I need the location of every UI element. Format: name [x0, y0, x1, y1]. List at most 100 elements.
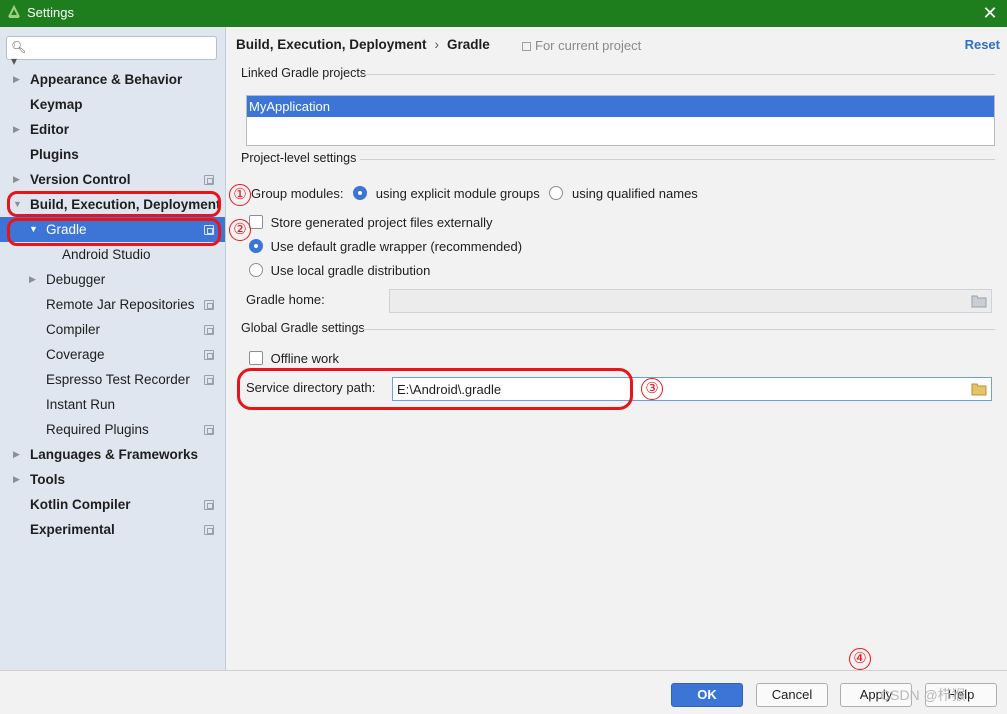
sidebar-item-label: Version Control [30, 172, 131, 187]
chevron-right-icon[interactable]: ▶ [13, 442, 25, 467]
sidebar-item-plugins[interactable]: Plugins [0, 142, 225, 167]
sidebar-item-keymap[interactable]: Keymap [0, 92, 225, 117]
sidebar-item-appearance[interactable]: ▶ Appearance & Behavior [0, 67, 225, 92]
folder-icon[interactable] [971, 294, 987, 308]
linked-projects-list[interactable]: MyApplication [246, 95, 995, 146]
sidebar-item-label: Required Plugins [46, 422, 149, 437]
cancel-button[interactable]: Cancel [756, 683, 828, 707]
gradle-home-input[interactable] [394, 292, 964, 310]
project-scope-icon [522, 42, 531, 51]
radio-default-gradle-wrapper-label[interactable]: Use default gradle wrapper (recommended) [271, 239, 522, 254]
local-distribution-row[interactable]: Use local gradle distribution [249, 260, 430, 282]
offline-work-checkbox[interactable] [249, 351, 263, 365]
reset-link[interactable]: Reset [965, 37, 1000, 52]
search-icon[interactable]: 🔍︎▾ [11, 40, 29, 68]
search-box[interactable]: 🔍︎▾ [6, 36, 217, 68]
annotation-highlight [7, 191, 221, 217]
watermark: CSDN @栉猴 [880, 687, 966, 703]
linked-project-item[interactable]: MyApplication [247, 96, 994, 117]
sidebar-item-label: Editor [30, 122, 69, 137]
sidebar-item-tools[interactable]: ▶ Tools [0, 467, 225, 492]
annotation-number: ④ [849, 648, 871, 670]
sidebar-item-editor[interactable]: ▶ Editor [0, 117, 225, 142]
separator [362, 329, 995, 330]
annotation-number: ① [229, 184, 251, 206]
sidebar-item-label: Instant Run [46, 397, 116, 412]
ok-button[interactable]: OK [671, 683, 743, 707]
sidebar-item-experimental[interactable]: Experimental [0, 517, 225, 542]
sidebar-item-label: Tools [30, 472, 65, 487]
radio-explicit-module-groups[interactable] [353, 186, 368, 200]
default-wrapper-row[interactable]: Use default gradle wrapper (recommended) [249, 236, 522, 258]
project-scope-icon [204, 425, 214, 435]
annotation-highlight [237, 368, 633, 410]
sidebar-item-label: Languages & Frameworks [30, 447, 199, 462]
offline-work-label[interactable]: Offline work [271, 351, 339, 366]
for-current-project-label: For current project [535, 38, 642, 53]
sidebar-item-version-control[interactable]: ▶ Version Control [0, 167, 225, 192]
breadcrumb-current: Gradle [447, 37, 490, 52]
sidebar-item-label: Espresso Test Recorder [46, 372, 190, 387]
annotation-highlight [7, 218, 221, 246]
project-scope-icon [204, 500, 214, 510]
sidebar-item-label: Remote Jar Repositories [46, 297, 195, 312]
group-modules-label: Group modules: [251, 186, 344, 201]
sidebar-item-languages-frameworks[interactable]: ▶ Languages & Frameworks [0, 442, 225, 467]
gradle-home-field[interactable] [389, 289, 992, 313]
offline-work-row[interactable]: Offline work [249, 348, 339, 370]
radio-local-gradle-distribution[interactable] [249, 263, 263, 277]
radio-qualified-names[interactable] [549, 186, 564, 200]
sidebar-item-required-plugins[interactable]: Required Plugins [0, 417, 225, 442]
sidebar-item-espresso-test-recorder[interactable]: Espresso Test Recorder [0, 367, 225, 392]
gradle-home-label: Gradle home: [246, 292, 325, 307]
store-externally-row[interactable]: Store generated project files externally [249, 212, 492, 234]
store-externally-label[interactable]: Store generated project files externally [271, 215, 493, 230]
project-scope-icon [204, 325, 214, 335]
sidebar-item-label: Appearance & Behavior [30, 72, 183, 87]
close-icon[interactable]: ✕ [979, 2, 1001, 24]
annotation-number: ② [229, 219, 251, 241]
chevron-right-icon[interactable]: ▶ [13, 67, 25, 92]
radio-local-gradle-distribution-label[interactable]: Use local gradle distribution [271, 263, 431, 278]
annotation-number: ③ [641, 378, 663, 400]
project-scope-icon [204, 375, 214, 385]
sidebar-item-label: Plugins [30, 147, 79, 162]
sidebar-item-label: Experimental [30, 522, 115, 537]
linked-projects-title: Linked Gradle projects [241, 66, 367, 80]
store-externally-checkbox[interactable] [249, 215, 263, 229]
sidebar-item-remote-jar-repositories[interactable]: Remote Jar Repositories [0, 292, 225, 317]
radio-explicit-module-groups-label[interactable]: using explicit module groups [376, 186, 540, 201]
sidebar-item-kotlin-compiler[interactable]: Kotlin Compiler [0, 492, 225, 517]
dialog-footer: OK Cancel Apply Help CSDN @栉猴 [0, 670, 1007, 714]
radio-qualified-names-label[interactable]: using qualified names [572, 186, 698, 201]
settings-sidebar: 🔍︎▾ ▶ Appearance & Behavior Keymap ▶ Edi… [0, 27, 226, 670]
sidebar-item-compiler[interactable]: Compiler [0, 317, 225, 342]
breadcrumb-parent[interactable]: Build, Execution, Deployment [236, 37, 427, 52]
sidebar-item-coverage[interactable]: Coverage [0, 342, 225, 367]
sidebar-item-label: Coverage [46, 347, 105, 362]
project-level-settings-title: Project-level settings [241, 151, 357, 165]
project-scope-icon [204, 300, 214, 310]
folder-icon[interactable] [971, 382, 987, 396]
project-scope-icon [204, 175, 214, 185]
separator [360, 159, 995, 160]
window-title: Settings [27, 5, 74, 20]
android-studio-icon [8, 4, 20, 18]
chevron-right-icon[interactable]: ▶ [13, 117, 25, 142]
global-gradle-settings-title: Global Gradle settings [241, 321, 365, 335]
search-input[interactable] [33, 39, 213, 57]
radio-default-gradle-wrapper[interactable] [249, 239, 263, 253]
chevron-right-icon[interactable]: ▶ [13, 167, 25, 192]
sidebar-item-instant-run[interactable]: Instant Run [0, 392, 225, 417]
chevron-right-icon[interactable]: ▶ [13, 467, 25, 492]
title-bar: Settings ✕ [0, 0, 1007, 27]
group-modules-row: Group modules: using explicit module gro… [251, 183, 698, 205]
gradle-settings-panel: Build, Execution, Deployment › Gradle For … [227, 27, 1007, 670]
project-scope-icon [204, 525, 214, 535]
sidebar-item-label: Keymap [30, 97, 83, 112]
sidebar-item-label: Compiler [46, 322, 101, 337]
sidebar-item-debugger[interactable]: ▶ Debugger [0, 267, 225, 292]
chevron-right-icon[interactable]: ▶ [29, 267, 41, 292]
project-scope-icon [204, 350, 214, 360]
for-current-project-hint: For current project [522, 38, 641, 53]
